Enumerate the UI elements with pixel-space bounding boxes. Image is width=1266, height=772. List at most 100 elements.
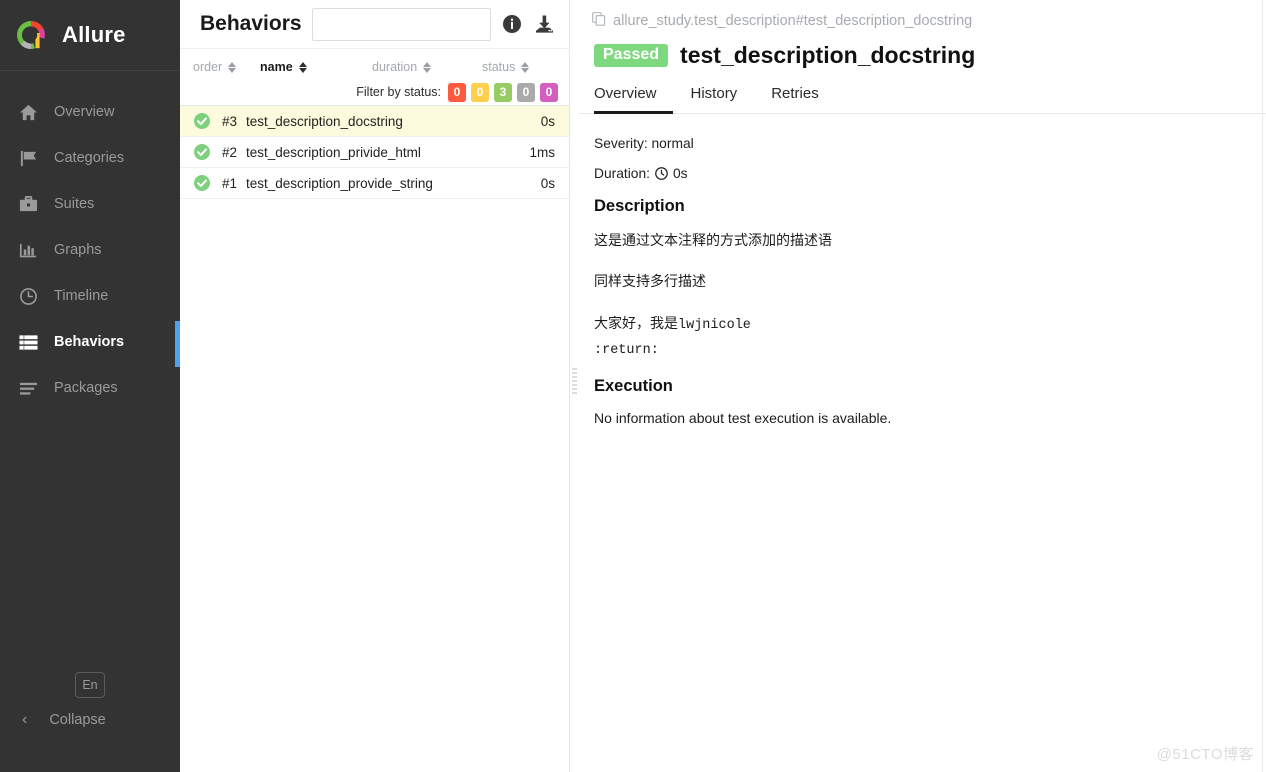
- column-header-duration[interactable]: duration: [372, 60, 482, 74]
- greeting-author: lwjnicole: [678, 317, 751, 333]
- briefcase-icon: [18, 194, 38, 214]
- status-filter-row: Filter by status: 0 0 3 0 0: [180, 79, 569, 105]
- row-name: test_description_provide_string: [246, 175, 433, 191]
- allure-logo-icon: [13, 17, 49, 53]
- column-header-status[interactable]: status: [482, 60, 552, 74]
- list-table-header: order name duration status Filter by sta: [180, 48, 569, 106]
- duration-line: Duration: 0s: [594, 166, 1266, 181]
- status-filter-broken[interactable]: 0: [471, 82, 489, 102]
- test-list: #3 test_description_docstring 0s #2 test…: [180, 106, 569, 772]
- table-row[interactable]: #2 test_description_privide_html 1ms: [180, 137, 569, 168]
- chevron-left-icon: ‹: [22, 711, 28, 728]
- sidebar-item-suites[interactable]: Suites: [0, 181, 180, 227]
- status-filter-passed[interactable]: 3: [494, 82, 512, 102]
- splitter-grip-icon: [572, 368, 577, 402]
- row-name: test_description_privide_html: [246, 144, 421, 160]
- collapse-sidebar-button[interactable]: ‹ Collapse: [0, 711, 180, 729]
- severity-text: Severity: normal: [594, 136, 694, 151]
- column-header-order[interactable]: order: [193, 60, 260, 74]
- table-row[interactable]: #3 test_description_docstring 0s: [180, 106, 569, 137]
- row-order: #3: [221, 113, 237, 129]
- pane-splitter[interactable]: [570, 0, 579, 772]
- detail-header: allure_study.test_description#test_descr…: [579, 0, 1266, 114]
- column-label: status: [482, 60, 516, 74]
- page-title: Behaviors: [200, 12, 302, 35]
- detail-title: test_description_docstring: [680, 41, 976, 68]
- row-order: #1: [221, 175, 237, 191]
- row-duration: 1ms: [529, 144, 555, 160]
- sidebar-item-label: Packages: [54, 380, 118, 396]
- status-badge: Passed: [594, 43, 669, 67]
- table-row[interactable]: #1 test_description_provide_string 0s: [180, 168, 569, 199]
- execution-text: No information about test execution is a…: [594, 409, 892, 426]
- detail-body: Severity: normal Duration: 0s Descriptio…: [579, 114, 1266, 426]
- sidebar-footer: En ‹ Collapse: [0, 672, 180, 772]
- clock-icon: [18, 286, 38, 306]
- sort-arrows-icon: [521, 61, 530, 73]
- row-duration: 0s: [540, 175, 555, 191]
- download-icon[interactable]: [533, 13, 555, 35]
- sidebar: Allure Overview Categories Suites Graphs…: [0, 0, 180, 772]
- column-header-name[interactable]: name: [260, 60, 372, 74]
- row-name: test_description_docstring: [246, 113, 403, 129]
- sort-arrows-icon: [228, 61, 237, 73]
- breadcrumb-text: allure_study.test_description#test_descr…: [613, 13, 973, 29]
- detail-tabs: Overview History Retries: [579, 84, 1266, 114]
- language-button[interactable]: En: [75, 672, 105, 698]
- severity-line: Severity: normal: [594, 136, 1266, 151]
- duration-value: 0s: [672, 166, 688, 181]
- sidebar-item-behaviors[interactable]: Behaviors: [0, 319, 180, 367]
- tab-history[interactable]: History: [691, 85, 754, 114]
- copy-icon[interactable]: [592, 12, 606, 30]
- description-greeting-paragraph: 大家好，我是lwjnicole: [594, 313, 1266, 336]
- column-header-row: order name duration status: [180, 55, 569, 79]
- breadcrumb[interactable]: allure_study.test_description#test_descr…: [579, 9, 1266, 33]
- sidebar-item-categories[interactable]: Categories: [0, 135, 180, 181]
- sidebar-item-label: Suites: [54, 196, 95, 212]
- sidebar-item-overview[interactable]: Overview: [0, 89, 180, 135]
- watermark: @51CTO博客: [1156, 746, 1254, 763]
- allure-report-app: Allure Overview Categories Suites Graphs…: [0, 0, 1266, 772]
- passed-status-icon: [194, 113, 210, 129]
- sidebar-nav: Overview Categories Suites Graphs Timeli…: [0, 71, 180, 411]
- brand-header: Allure: [0, 0, 180, 71]
- greeting-prefix: 大家好，我是: [594, 314, 678, 331]
- status-filter-failed[interactable]: 0: [448, 82, 466, 102]
- sidebar-item-label: Behaviors: [54, 334, 125, 350]
- tab-retries[interactable]: Retries: [771, 85, 835, 114]
- search-input[interactable]: [311, 7, 491, 41]
- sidebar-item-packages[interactable]: Packages: [0, 365, 180, 411]
- description-paragraph: 同样支持多行描述: [594, 273, 706, 290]
- column-label: name: [260, 60, 293, 74]
- clock-icon: [655, 167, 668, 180]
- column-label: order: [193, 60, 223, 74]
- column-label: duration: [372, 60, 418, 74]
- layers-icon: [18, 378, 38, 398]
- sidebar-item-label: Overview: [54, 104, 115, 120]
- sort-arrows-icon: [423, 61, 432, 73]
- sidebar-item-label: Timeline: [54, 288, 109, 304]
- sidebar-item-label: Graphs: [54, 242, 102, 258]
- passed-status-icon: [194, 175, 210, 191]
- list-icon: [18, 332, 38, 352]
- tab-overview[interactable]: Overview: [594, 85, 673, 114]
- home-icon: [18, 102, 38, 122]
- sidebar-item-graphs[interactable]: Graphs: [0, 227, 180, 273]
- row-duration: 0s: [540, 113, 555, 129]
- list-header: Behaviors: [180, 0, 569, 48]
- brand-title: Allure: [62, 22, 126, 47]
- status-filter-skipped[interactable]: 0: [517, 82, 535, 102]
- test-detail-pane: allure_study.test_description#test_descr…: [579, 0, 1266, 772]
- detail-title-row: Passed test_description_docstring: [579, 37, 1266, 73]
- sidebar-item-timeline[interactable]: Timeline: [0, 273, 180, 319]
- bar-chart-icon: [18, 240, 38, 260]
- info-icon[interactable]: [501, 13, 523, 35]
- duration-label: Duration:: [594, 166, 650, 181]
- description-paragraph: 这是通过文本注释的方式添加的描述语: [594, 232, 832, 248]
- sidebar-item-label: Categories: [54, 150, 125, 166]
- status-filter-unknown[interactable]: 0: [540, 82, 558, 102]
- sort-arrows-icon: [298, 61, 307, 73]
- passed-status-icon: [194, 144, 210, 160]
- collapse-label: Collapse: [49, 712, 106, 728]
- right-edge-divider: [1262, 0, 1263, 772]
